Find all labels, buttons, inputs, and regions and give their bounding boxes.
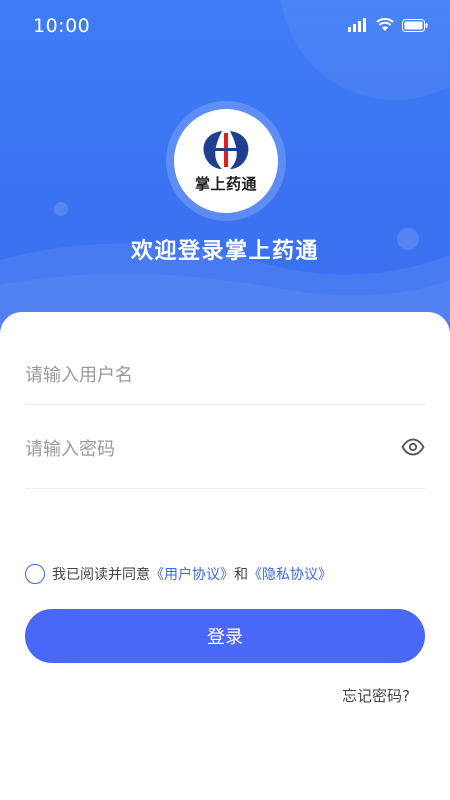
status-time: 10:00 [33, 15, 91, 37]
battery-icon [402, 18, 428, 32]
header-background: 10:00 掌上药通 欢迎登录掌上药通 [0, 0, 450, 340]
logo-text: 掌上药通 [194, 174, 257, 193]
agreement-prefix: 我已阅读并同意 [52, 567, 150, 583]
privacy-agreement-link[interactable]: 《隐私协议》 [248, 564, 332, 584]
wifi-icon [376, 18, 394, 31]
login-card: 我已阅读并同意 《用户协议》 和 《隐私协议》 登录 忘记密码? [0, 312, 450, 800]
eye-icon[interactable] [401, 438, 425, 456]
login-button[interactable]: 登录 [25, 609, 425, 663]
agreement-and: 和 [234, 567, 248, 583]
user-agreement-link[interactable]: 《用户协议》 [150, 564, 234, 584]
signal-icon [348, 18, 366, 32]
username-field [25, 345, 425, 405]
password-field [25, 419, 425, 489]
password-input[interactable] [25, 419, 385, 479]
logo-mark-icon [203, 130, 249, 169]
forgot-password-link[interactable]: 忘记密码? [342, 685, 410, 706]
decorative-dot [54, 202, 68, 216]
username-input[interactable] [25, 345, 385, 405]
status-bar: 10:00 [0, 0, 450, 54]
agree-checkbox[interactable] [25, 564, 45, 584]
app-logo: 掌上药通 [166, 101, 286, 221]
welcome-title: 欢迎登录掌上药通 [130, 239, 319, 264]
agreement-row: 我已阅读并同意 《用户协议》 和 《隐私协议》 [25, 564, 332, 584]
